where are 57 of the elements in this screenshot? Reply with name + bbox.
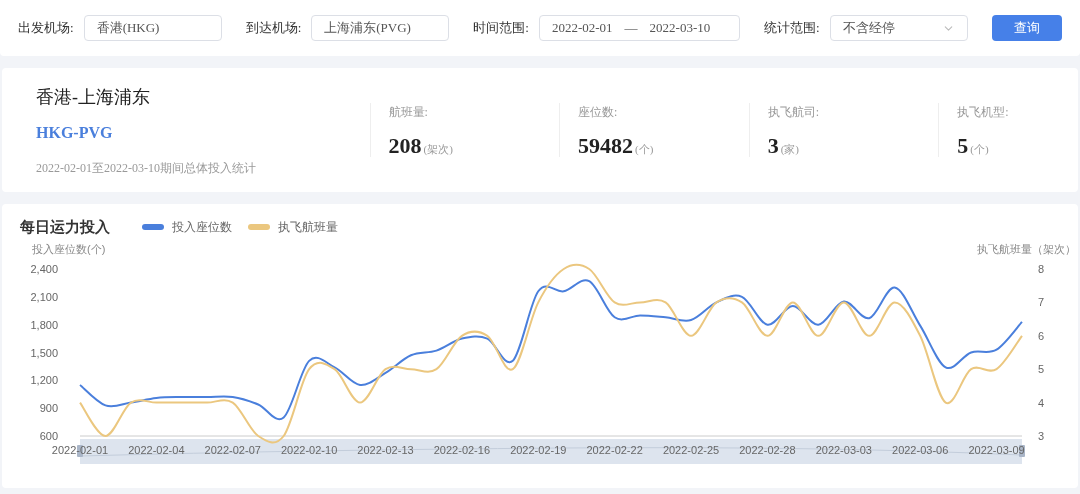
stat-value: 5 [957,134,969,157]
route-code: HKG-PVG [36,122,114,143]
stat-value: 59482 [578,134,634,157]
stat-unit: (个) [970,141,989,157]
axis-label: 8 [1038,262,1045,275]
axis-label: 2022-02-01 [51,443,109,456]
stat-value: 208 [388,134,422,157]
axis-label: 6 [1038,329,1045,342]
axis-label: 4 [1038,396,1045,409]
axis-label: 2022-03-03 [815,443,872,456]
axis-label: 2022-02-16 [433,443,491,456]
axis-label: 2022-02-25 [662,443,720,456]
axis-label: 2022-02-19 [510,443,567,456]
axis-label: 7 [1038,295,1045,308]
select-field[interactable]: 不含经停 [829,15,968,41]
filter-label: 时间范围: [473,19,529,38]
text-field[interactable]: 香港(HKG) [83,15,222,41]
legend-label[interactable]: 投入座位数 [172,218,232,237]
stat-label: 执飞机型: [957,104,1010,121]
axis-label: 1,200 [30,373,58,386]
axis-label: 2022-03-09 [968,443,1025,456]
axis-label: 1,500 [30,346,58,358]
axis-label: 2022-02-22 [586,443,643,456]
filter-label: 到达机场: [245,19,302,38]
axis-label: 600 [39,429,58,442]
y-axis-title: 投入座位数(个) [32,242,106,255]
route-name: 香港-上海浦东 [36,85,151,109]
axis-label: 5 [1038,362,1045,375]
legend-swatch [142,224,164,231]
axis-label: 2022-02-28 [739,443,796,456]
stat-unit: (家) [780,141,799,157]
axis-label: 2,100 [30,290,58,303]
axis-label: 3 [1038,429,1045,442]
stat-unit: (架次) [423,141,453,157]
text-field[interactable]: 上海浦东(PVG) [311,15,450,41]
stat-unit: (个) [635,141,654,157]
stat-value: 3 [767,134,779,157]
axis-label: 2022-02-04 [128,443,185,456]
y-axis-title: 执飞航班量（架次） [977,242,1076,255]
legend-label[interactable]: 执飞航班量 [278,218,338,237]
query-button[interactable]: 查询 [991,15,1062,41]
filter-label: 出发机场: [18,19,74,38]
period-note: 2022-02-01至2022-03-10期间总体投入统计 [36,159,257,177]
stat-label: 执飞航司: [767,104,821,121]
legend-swatch [248,224,270,231]
date-range-field[interactable]: 2022-02-01 — 2022-03-10 [538,15,740,41]
axis-label: 2022-02-07 [204,443,261,456]
axis-label: 2022-03-06 [892,443,949,456]
filter-label: 统计范围: [763,19,820,38]
stat-label: 航班量: [388,104,429,121]
axis-label: 900 [39,401,58,414]
chart-title: 每日运力投入 [20,218,110,237]
axis-label: 1,800 [30,318,58,331]
axis-label: 2022-02-13 [357,443,414,456]
axis-label: 2022-02-10 [281,443,338,456]
axis-label: 2,400 [30,262,58,275]
stat-label: 座位数: [578,104,619,121]
